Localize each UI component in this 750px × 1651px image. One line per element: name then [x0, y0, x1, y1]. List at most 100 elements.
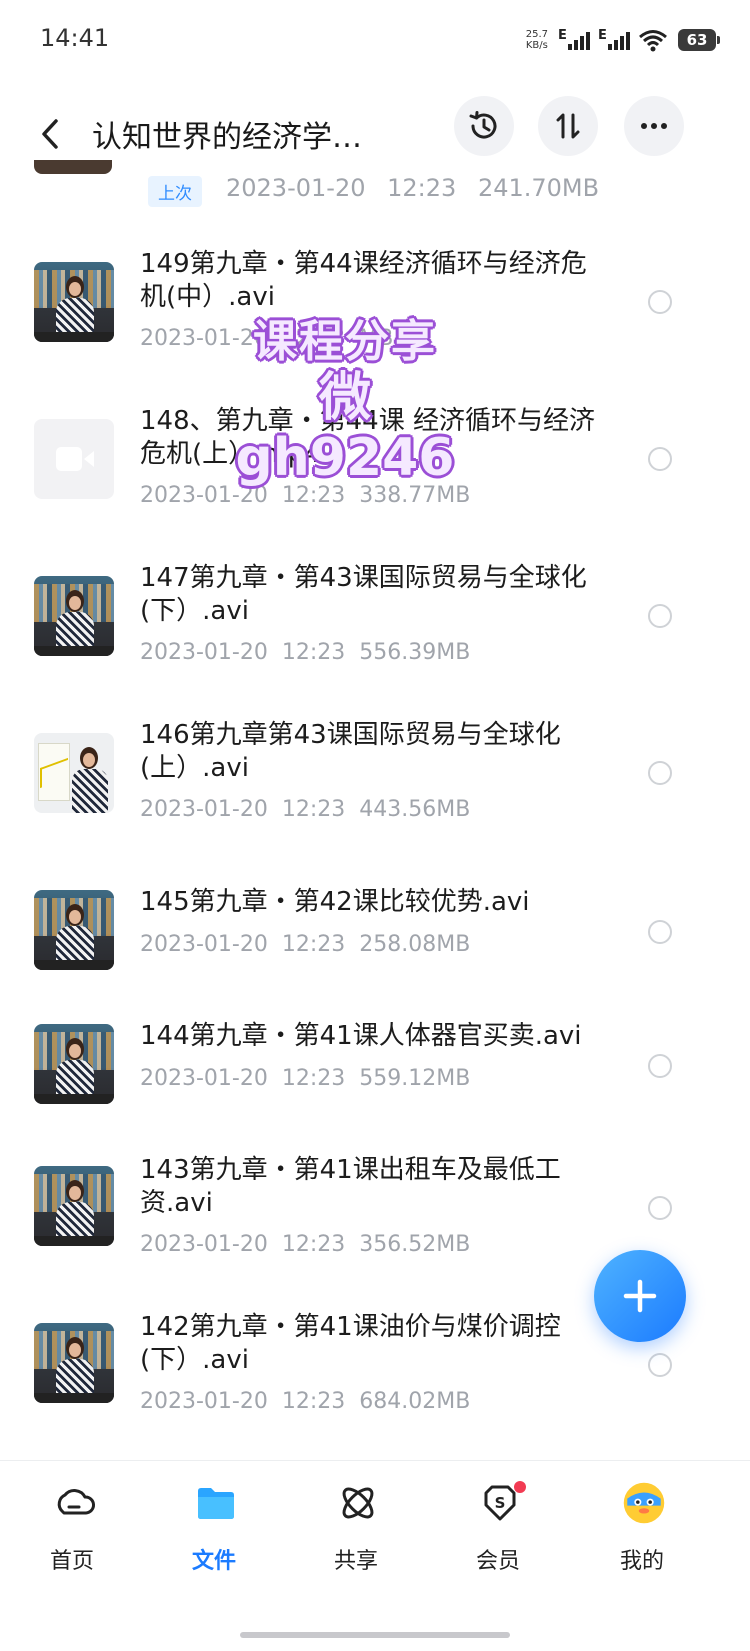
video-thumbnail: [34, 1166, 114, 1246]
file-date: 2023-01-20: [140, 640, 268, 665]
file-size: 559.12MB: [359, 1066, 471, 1091]
status-icons: 25.7 KB/s E E 63: [525, 24, 720, 56]
nav-item-files[interactable]: 文件: [164, 1481, 264, 1601]
select-radio[interactable]: [648, 1054, 672, 1078]
nav-label: 我的: [619, 1549, 664, 1574]
select-radio[interactable]: [648, 920, 672, 944]
status-time: 14:41: [40, 24, 110, 52]
battery-icon: 63: [678, 29, 720, 51]
file-date: 2023-01-20: [140, 932, 268, 957]
file-time: 12:23: [281, 1389, 346, 1414]
more-icon: [641, 123, 667, 129]
list-item[interactable]: 148、第九章・第44课 经济循环与经济危机(上）.mp4 2023-01-20…: [0, 377, 750, 534]
list-item[interactable]: 146第九章第43课国际贸易与全球化(上）.avi 2023-01-20 12:2…: [0, 691, 750, 848]
svg-text:S: S: [495, 1494, 506, 1512]
file-size: MB: [359, 326, 394, 351]
nav-item-home[interactable]: 首页: [22, 1481, 122, 1601]
list-item[interactable]: 149第九章・第44课经济循环与经济危机(中）.avi 2023-01-20 12…: [0, 220, 750, 377]
file-meta: 2023-01-20 12:23 258.08MB: [140, 932, 470, 957]
file-name: 144第九章・第41课人体器官买卖.avi: [140, 1021, 582, 1051]
file-time: 12:23: [387, 174, 457, 202]
video-thumbnail: [34, 576, 114, 656]
wifi-icon: [639, 30, 667, 52]
file-name: 147第九章・第43课国际贸易与全球化(下）.avi: [140, 563, 587, 626]
nav-item-me[interactable]: 我的: [592, 1481, 692, 1601]
list-item-previous[interactable]: 上次 2023-01-20 12:23 241.70MB: [0, 160, 750, 220]
nav-item-vip[interactable]: S 会员: [448, 1481, 548, 1601]
folder-icon: [194, 1481, 238, 1525]
network-speed-unit: KB/s: [525, 40, 548, 51]
file-size: 241.70MB: [477, 174, 600, 202]
more-button[interactable]: [624, 96, 684, 156]
video-file-icon: [34, 419, 114, 499]
file-size: 556.39MB: [359, 640, 471, 665]
list-item[interactable]: 145第九章・第42课比较优势.avi 2023-01-20 12:23 258.0…: [0, 848, 750, 982]
sort-icon: [556, 113, 580, 139]
file-time: 12:23: [281, 640, 346, 665]
nav-label: 会员: [475, 1549, 520, 1574]
select-radio[interactable]: [648, 447, 672, 471]
file-date: 2023-01-20: [140, 797, 268, 822]
file-meta: 2023-01-20 12:23 356.52MB: [140, 1232, 470, 1257]
file-size: 338.77MB: [359, 483, 471, 508]
file-thumbnail: [34, 160, 112, 174]
page-title: 认知世界的经济学…: [92, 120, 362, 155]
select-radio[interactable]: [648, 604, 672, 628]
file-date: 2023-01-20: [140, 1066, 268, 1091]
list-item[interactable]: 147第九章・第43课国际贸易与全球化(下）.avi 2023-01-20 12:…: [0, 534, 750, 691]
video-thumbnail: [34, 1323, 114, 1403]
video-thumbnail: [34, 1024, 114, 1104]
file-name: 145第九章・第42课比较优势.avi: [140, 887, 530, 917]
file-time: 12:23: [281, 932, 346, 957]
video-thumbnail: [34, 733, 114, 813]
file-date: 2023-01-20: [140, 483, 268, 508]
select-radio[interactable]: [648, 1196, 672, 1220]
file-meta: 2023-01-20 12:23 241.70MB: [226, 174, 599, 202]
file-time: 12:23: [281, 326, 346, 351]
file-name: 148、第九章・第44课 经济循环与经济危机(上）.mp4: [140, 406, 595, 469]
nav-label: 文件: [191, 1549, 236, 1574]
list-item[interactable]: 144第九章・第41课人体器官买卖.avi 2023-01-20 12:23 559…: [0, 982, 750, 1116]
bottom-nav: 首页 文件 共享 S 会员 我的: [0, 1460, 750, 1651]
video-thumbnail: [34, 262, 114, 342]
file-size: 684.02MB: [359, 1389, 471, 1414]
file-size: 258.08MB: [359, 932, 471, 957]
file-meta: 2023-01-20 12:23 684.02MB: [140, 1389, 470, 1414]
file-meta: 2023-01-20 12:23 556.39MB: [140, 640, 470, 665]
file-time: 12:23: [281, 1066, 346, 1091]
file-date: 2023-01-20: [140, 326, 268, 351]
file-meta: 2023-01-20 12:23 338.77MB: [140, 483, 470, 508]
network-speed-value: 25.7: [525, 29, 548, 40]
sort-button[interactable]: [538, 96, 598, 156]
file-time: 12:23: [281, 483, 346, 508]
nav-item-share[interactable]: 共享: [306, 1481, 406, 1601]
battery-level: 63: [686, 31, 708, 49]
select-radio[interactable]: [648, 761, 672, 785]
add-button[interactable]: [594, 1250, 686, 1342]
last-viewed-badge: 上次: [148, 176, 202, 207]
home-indicator: [240, 1632, 510, 1638]
home-icon: [52, 1481, 96, 1525]
file-meta: 2023-01-20 12:23 559.12MB: [140, 1066, 470, 1091]
back-button[interactable]: [30, 106, 70, 162]
file-date: 2023-01-20: [140, 1232, 268, 1257]
file-time: 12:23: [281, 1232, 346, 1257]
file-meta: 2023-01-20 12:23 443.56MB: [140, 797, 470, 822]
file-name: 143第九章・第41课出租车及最低工资.avi: [140, 1155, 561, 1218]
file-meta: 2023-01-20 12:23 MB: [140, 326, 393, 351]
notification-dot: [514, 1481, 526, 1493]
select-radio[interactable]: [648, 290, 672, 314]
file-size: 443.56MB: [359, 797, 471, 822]
history-icon: [469, 111, 497, 139]
status-bar: 14:41 25.7 KB/s E E 63: [0, 0, 750, 80]
select-radio[interactable]: [648, 1353, 672, 1377]
nav-label: 首页: [49, 1549, 94, 1574]
history-button[interactable]: [454, 96, 514, 156]
signal-icon: E: [558, 28, 590, 52]
file-size: 356.52MB: [359, 1232, 471, 1257]
signal-icon: E: [598, 28, 630, 52]
file-date: 2023-01-20: [140, 1389, 268, 1414]
avatar-icon: [622, 1481, 666, 1525]
nav-label: 共享: [333, 1549, 378, 1574]
file-date: 2023-01-20: [226, 174, 366, 202]
